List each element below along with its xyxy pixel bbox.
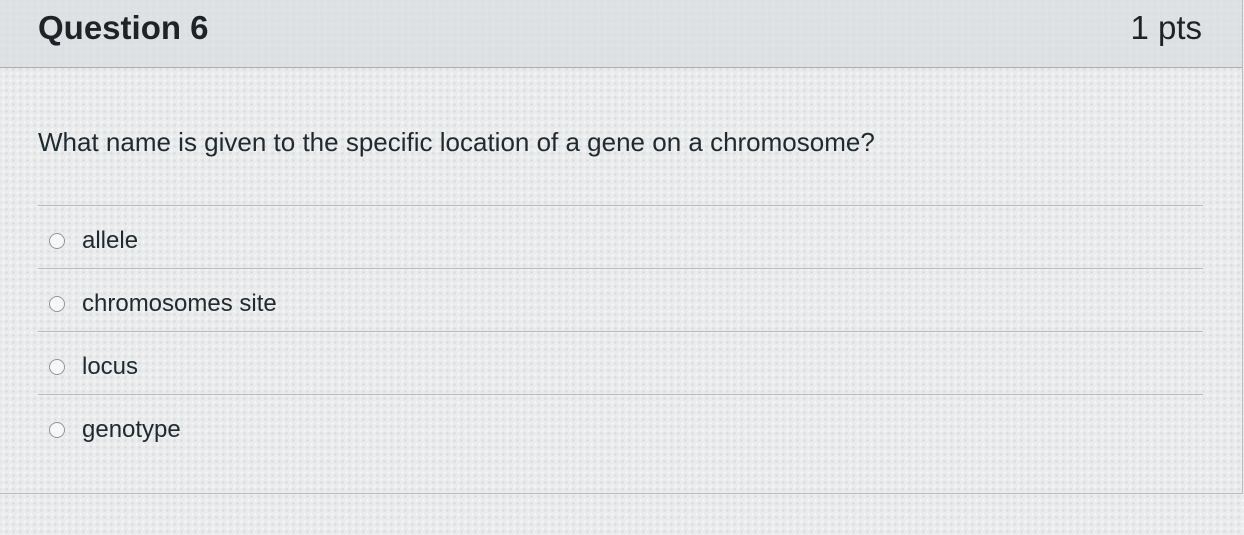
answer-label[interactable]: locus xyxy=(82,351,138,383)
radio-button-icon[interactable] xyxy=(49,296,65,312)
answer-option-genotype[interactable]: genotype xyxy=(38,394,1203,457)
question-card: Question 6 1 pts What name is given to t… xyxy=(0,0,1243,494)
answer-label[interactable]: allele xyxy=(82,225,138,257)
question-title: Question 6 xyxy=(38,9,209,46)
answer-option-allele[interactable]: allele xyxy=(38,205,1203,268)
radio-button-icon[interactable] xyxy=(49,233,65,249)
answer-label[interactable]: chromosomes site xyxy=(82,288,277,320)
radio-button-icon[interactable] xyxy=(49,359,65,375)
answer-label[interactable]: genotype xyxy=(82,414,181,446)
answer-option-chromosomes-site[interactable]: chromosomes site xyxy=(38,268,1203,331)
radio-button-icon[interactable] xyxy=(49,422,65,438)
question-points: 1 pts xyxy=(1130,9,1202,46)
answer-option-locus[interactable]: locus xyxy=(38,331,1203,394)
question-text: What name is given to the specific locat… xyxy=(38,127,875,157)
question-header: Question 6 1 pts xyxy=(0,0,1242,68)
answer-list: allele chromosomes site locus genotype xyxy=(38,205,1203,457)
